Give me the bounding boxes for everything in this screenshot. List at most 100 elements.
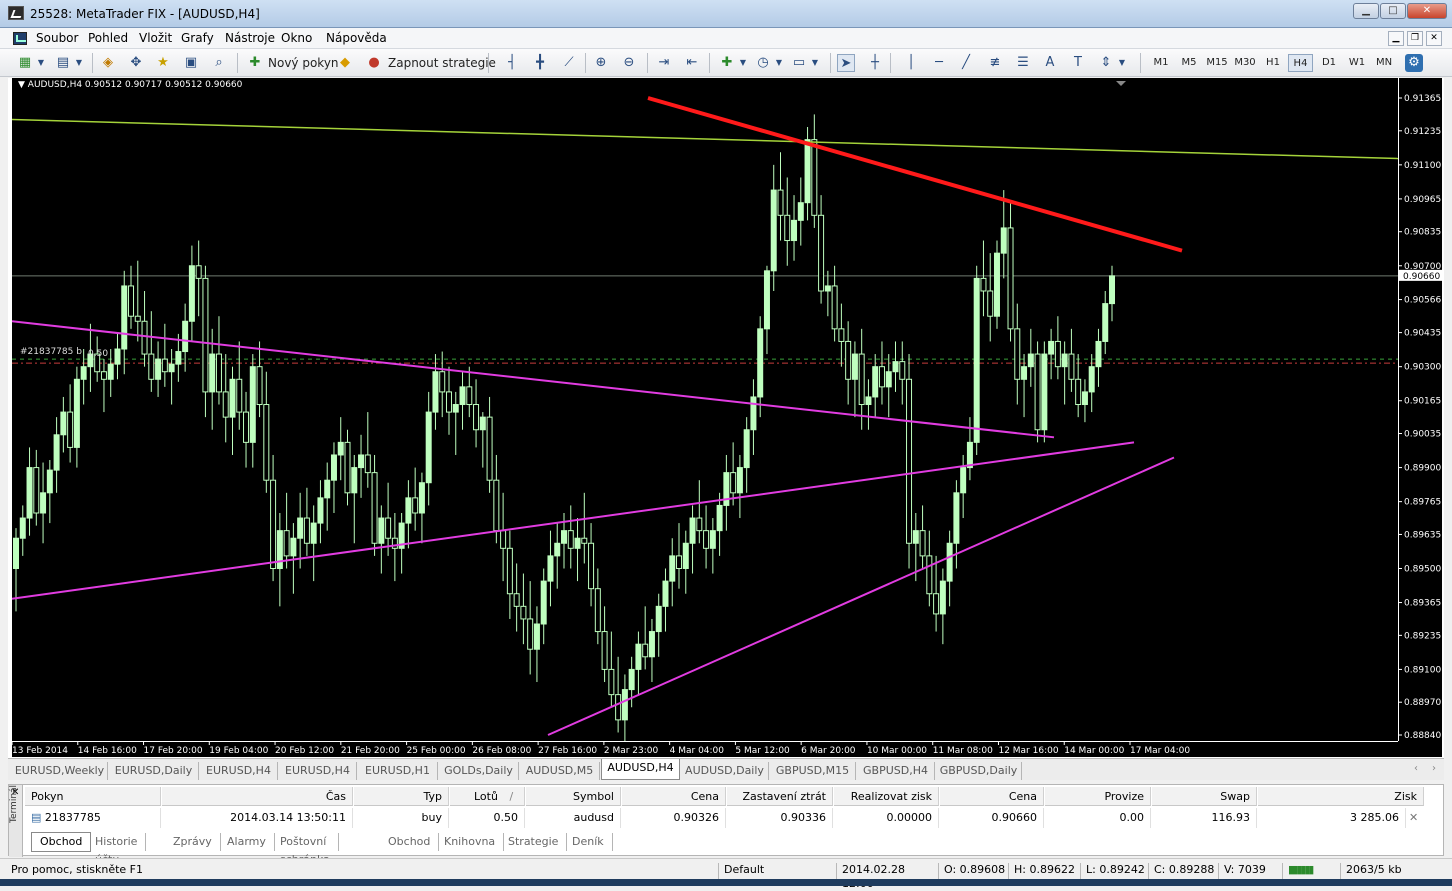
chart-window-icon[interactable] bbox=[13, 32, 27, 45]
col-header-time[interactable]: Čas bbox=[162, 787, 353, 806]
col-header-stop-loss[interactable]: Zastavení ztrát bbox=[727, 787, 833, 806]
terminal-tab-market[interactable]: Obchod bbox=[380, 833, 440, 851]
menu-nastroje[interactable]: Nástroje bbox=[225, 31, 275, 45]
candle bbox=[838, 303, 845, 367]
enable-strategies-button[interactable]: Zapnout strategie bbox=[388, 53, 496, 73]
close-window-button[interactable]: ✕ bbox=[1407, 3, 1447, 19]
chart-tab[interactable]: AUDUSD,M5 bbox=[520, 762, 600, 780]
menu-napoveda[interactable]: Nápověda bbox=[326, 31, 387, 45]
chart-tab[interactable]: EURUSD,Weekly bbox=[12, 762, 108, 780]
line-chart-icon[interactable]: ⟋ bbox=[560, 54, 578, 72]
new-order-button[interactable]: Nový pokyn bbox=[268, 53, 339, 73]
col-header-swap[interactable]: Swap bbox=[1152, 787, 1257, 806]
col-header-symbol[interactable]: Symbol bbox=[526, 787, 621, 806]
zoom-in-icon[interactable]: ⊕ bbox=[592, 54, 610, 72]
metaeditor-icon[interactable]: ◆ bbox=[336, 54, 354, 72]
arrows-dropdown-icon[interactable]: ▼ bbox=[1113, 54, 1131, 72]
candle-body bbox=[182, 320, 189, 353]
terminal-tab-news[interactable]: Zprávy bbox=[165, 833, 221, 851]
chart-tab-active[interactable]: AUDUSD,H4 bbox=[601, 759, 680, 780]
timeframe-m30[interactable]: M30 bbox=[1232, 54, 1258, 72]
menu-pohled[interactable]: Pohled bbox=[88, 31, 128, 45]
terminal-tab-history[interactable]: Historie účtu bbox=[87, 833, 147, 866]
navigator-icon[interactable]: ✥ bbox=[127, 54, 145, 72]
candlestick-chart-icon[interactable]: ╋ bbox=[531, 54, 549, 72]
col-header-lots[interactable]: Lotů / bbox=[450, 787, 525, 806]
timeframe-m5[interactable]: M5 bbox=[1177, 54, 1201, 72]
timeframe-m1[interactable]: M1 bbox=[1149, 54, 1173, 72]
chart-tab[interactable]: EURUSD,H1 bbox=[358, 762, 438, 780]
chart-tab[interactable]: EURUSD,H4 bbox=[279, 762, 357, 780]
close-order-icon[interactable]: ✕ bbox=[1409, 808, 1423, 828]
fibonacci-icon[interactable]: ☰ bbox=[1014, 54, 1032, 72]
strategy-tester-icon[interactable]: ⌕ bbox=[210, 54, 228, 72]
chart-tab[interactable]: EURUSD,H4 bbox=[200, 762, 278, 780]
trendline-icon[interactable]: ╱ bbox=[957, 54, 975, 72]
tabs-scroll-right-icon[interactable]: › bbox=[1432, 763, 1436, 774]
equidistant-channel-icon[interactable]: ≢ bbox=[986, 54, 1004, 72]
mdi-restore-button[interactable]: ❐ bbox=[1407, 31, 1423, 46]
candle bbox=[615, 656, 622, 733]
chart-tab[interactable]: GBPUSD,Daily bbox=[936, 762, 1022, 780]
periods-dropdown-icon[interactable]: ▼ bbox=[770, 54, 788, 72]
new-chart-dropdown-icon[interactable]: ▼ bbox=[32, 54, 50, 72]
timeframe-mn[interactable]: MN bbox=[1372, 54, 1396, 72]
minimize-window-button[interactable]: ▁ bbox=[1353, 3, 1379, 19]
zoom-out-icon[interactable]: ⊖ bbox=[620, 54, 638, 72]
settings-gear-icon[interactable]: ⚙ bbox=[1405, 54, 1423, 72]
tabs-scroll-left-icon[interactable]: ‹ bbox=[1414, 763, 1418, 774]
bar-chart-icon[interactable]: ┤ bbox=[503, 54, 521, 72]
text-label-icon[interactable]: T bbox=[1069, 54, 1087, 72]
maximize-window-button[interactable]: □ bbox=[1380, 3, 1406, 19]
menu-vlozit[interactable]: Vložit bbox=[139, 31, 172, 45]
col-header-current-price[interactable]: Cena bbox=[940, 787, 1044, 806]
chart-tab[interactable]: GOLDs,Daily bbox=[439, 762, 519, 780]
terminal-tab-alerts[interactable]: Alarmy bbox=[219, 833, 275, 851]
chart-shift-icon[interactable]: ⇤ bbox=[683, 54, 701, 72]
indicators-dropdown-icon[interactable]: ▼ bbox=[734, 54, 752, 72]
data-window-icon[interactable]: ★ bbox=[154, 54, 172, 72]
templates-dropdown-icon[interactable]: ▼ bbox=[806, 54, 824, 72]
col-header-order[interactable]: Pokyn bbox=[25, 787, 161, 806]
col-header-type[interactable]: Typ bbox=[354, 787, 449, 806]
timeframe-h4[interactable]: H4 bbox=[1288, 54, 1313, 72]
market-watch-icon[interactable]: ◈ bbox=[99, 54, 117, 72]
col-header-take-profit[interactable]: Realizovat zisk bbox=[834, 787, 939, 806]
terminal-icon[interactable]: ▣ bbox=[182, 54, 200, 72]
time-scale[interactable]: 13 Feb 2014 14 Feb 16:00 17 Feb 20:00 19 Fe… bbox=[12, 741, 1442, 757]
terminal-tab-library[interactable]: Knihovna bbox=[436, 833, 505, 851]
mdi-close-button[interactable]: ✕ bbox=[1426, 31, 1442, 46]
terminal-tab-trade[interactable]: Obchod bbox=[31, 832, 92, 852]
text-icon[interactable]: A bbox=[1041, 54, 1059, 72]
col-header-commission[interactable]: Provize bbox=[1045, 787, 1151, 806]
price-chart[interactable]: #21837785 b 0.50 bbox=[12, 78, 1398, 741]
profiles-dropdown-icon[interactable]: ▼ bbox=[70, 54, 88, 72]
horizontal-line-icon[interactable]: ─ bbox=[930, 54, 948, 72]
cursor-icon[interactable]: ➤ bbox=[837, 54, 855, 72]
col-header-profit[interactable]: Zisk bbox=[1258, 787, 1424, 806]
col-header-price[interactable]: Cena bbox=[622, 787, 726, 806]
price-scale[interactable]: 0.913650.912350.911000.909650.908350.907… bbox=[1398, 78, 1442, 741]
menu-okno[interactable]: Okno bbox=[281, 31, 312, 45]
timeframe-w1[interactable]: W1 bbox=[1345, 54, 1369, 72]
mdi-minimize-button[interactable]: ▁ bbox=[1388, 31, 1404, 46]
timeframe-m15[interactable]: M15 bbox=[1204, 54, 1230, 72]
timeframe-d1[interactable]: D1 bbox=[1317, 54, 1341, 72]
menu-grafy[interactable]: Grafy bbox=[181, 31, 214, 45]
terminal-tab-experts[interactable]: Strategie bbox=[500, 833, 568, 851]
status-profile[interactable]: Default bbox=[718, 863, 834, 879]
new-order-icon[interactable]: ✚ bbox=[246, 54, 264, 72]
expert-advisors-icon[interactable]: ● bbox=[365, 54, 383, 72]
chart-tab[interactable]: GBPUSD,H4 bbox=[857, 762, 935, 780]
candle-body bbox=[784, 214, 791, 242]
chart-tab[interactable]: AUDUSD,Daily bbox=[681, 762, 769, 780]
chart-tab[interactable]: EURUSD,Daily bbox=[109, 762, 199, 780]
chart-tab[interactable]: GBPUSD,M15 bbox=[770, 762, 856, 780]
menu-soubor[interactable]: Soubor bbox=[36, 31, 78, 45]
crosshair-icon[interactable]: ┼ bbox=[866, 54, 884, 72]
terminal-tab-mailbox[interactable]: Poštovní schránka bbox=[272, 833, 339, 866]
vertical-line-icon[interactable]: │ bbox=[902, 54, 920, 72]
terminal-tab-journal[interactable]: Deník bbox=[564, 833, 613, 851]
timeframe-h1[interactable]: H1 bbox=[1261, 54, 1285, 72]
auto-scroll-icon[interactable]: ⇥ bbox=[655, 54, 673, 72]
